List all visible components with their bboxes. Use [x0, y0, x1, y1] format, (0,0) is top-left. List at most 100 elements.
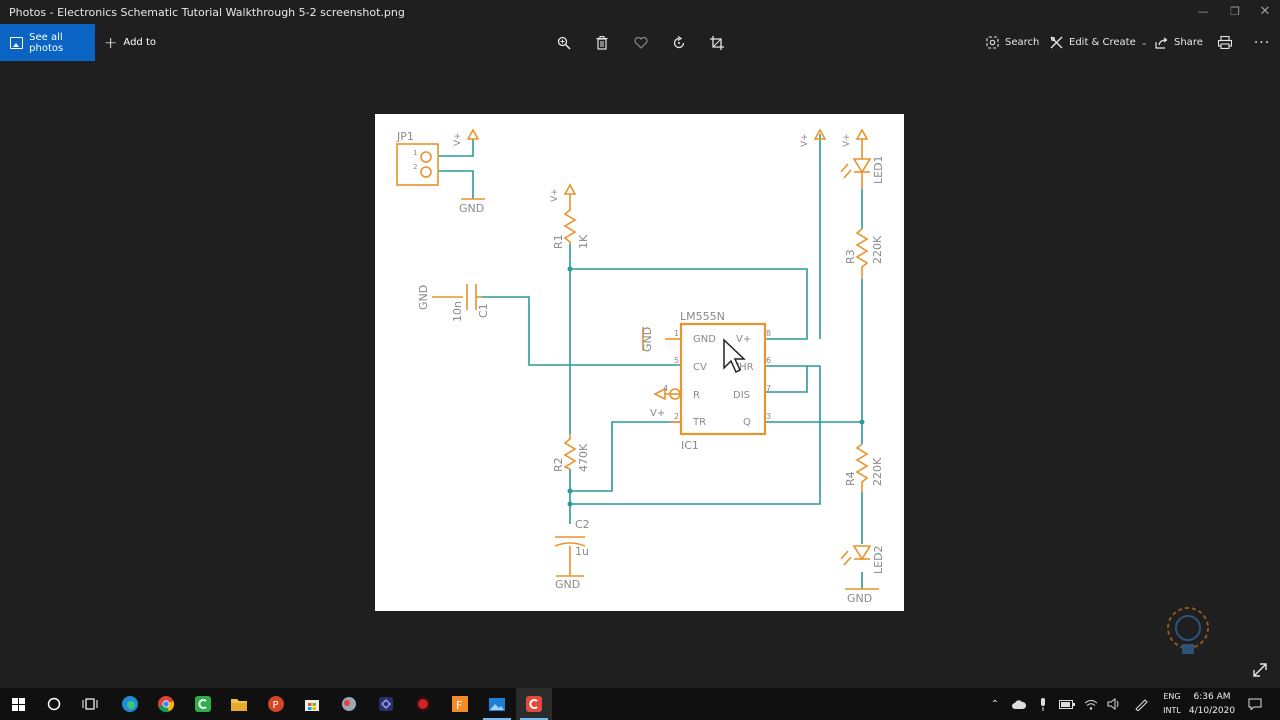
fusion-taskbar[interactable]: F [442, 688, 478, 720]
ellipsis-icon: ··· [1253, 34, 1271, 51]
photos-taskbar[interactable] [479, 688, 515, 720]
gnd-ic-label: GND [641, 327, 654, 352]
share-button[interactable]: Share [1155, 24, 1203, 61]
toolbar: See all photos + Add to Search Edit & Cr… [0, 24, 1280, 61]
crop-button[interactable] [708, 24, 726, 61]
cortana-button[interactable] [36, 688, 72, 720]
language-code: ENG [1163, 692, 1181, 701]
store-taskbar[interactable] [294, 688, 330, 720]
search-icon [986, 36, 999, 49]
davinci-taskbar[interactable] [405, 688, 441, 720]
trash-icon [596, 35, 608, 50]
pin-number: 5 [674, 356, 679, 365]
volume-tray[interactable] [1105, 688, 1123, 720]
davinci-icon [415, 696, 431, 712]
pen-tray[interactable] [1132, 688, 1150, 720]
title-bar: Photos - Electronics Schematic Tutorial … [0, 0, 1280, 24]
pin-number: 1 [674, 329, 679, 338]
vplus-jp1-label: V+ [453, 132, 463, 146]
favorite-button[interactable] [632, 24, 650, 61]
led1-label: LED1 [872, 155, 885, 184]
pin-number: 7 [766, 384, 771, 393]
battery-tray[interactable] [1058, 688, 1076, 720]
print-button[interactable] [1216, 24, 1234, 61]
delete-button[interactable] [593, 24, 611, 61]
vplus-led-label: V+ [842, 133, 852, 147]
language-indicator[interactable]: ENG INTL [1160, 690, 1184, 718]
vplus-r1-label: V+ [550, 188, 560, 202]
printer-icon [1218, 36, 1232, 49]
r4-label: R4 [844, 471, 857, 486]
jp1-label: JP1 [396, 130, 414, 143]
gnd-c2-label: GND [555, 578, 580, 591]
zoom-button[interactable] [555, 24, 573, 61]
c2-value: 1u [575, 545, 589, 558]
photo-icon [10, 36, 24, 49]
vplus-top-label: V+ [800, 133, 810, 147]
plus-icon: + [104, 33, 118, 52]
chrome-icon [158, 696, 175, 713]
show-hidden-icons-button[interactable]: ⌃ [987, 688, 1003, 720]
search-button[interactable]: Search [986, 24, 1039, 61]
r4-value: 220K [871, 457, 884, 486]
close-button[interactable]: ✕ [1248, 0, 1280, 22]
see-all-photos-button[interactable]: See all photos [0, 24, 95, 61]
clock[interactable]: 6:36 AM 4/10/2020 [1186, 690, 1238, 718]
r1-value: 1K [577, 234, 590, 249]
action-center-button[interactable] [1246, 688, 1264, 720]
pin-number: 3 [766, 412, 771, 421]
microphone-tray[interactable] [1035, 688, 1051, 720]
r1-label: R1 [552, 234, 565, 249]
share-label: Share [1174, 37, 1203, 48]
chrome-taskbar[interactable] [148, 688, 184, 720]
restore-button[interactable]: ❐ [1218, 0, 1252, 22]
schematic-drawing: JP1 1 2 GND V+ V+ V+ V+ R1 1K GND 10n C1… [396, 128, 885, 605]
fullscreen-button[interactable] [1252, 662, 1272, 682]
zoom-icon [557, 36, 571, 50]
app-taskbar-2[interactable] [368, 688, 404, 720]
pin-gnd-label: GND [693, 334, 716, 345]
wifi-tray[interactable] [1082, 688, 1100, 720]
rotate-button[interactable] [670, 24, 688, 61]
add-to-button[interactable]: + Add to [104, 24, 156, 61]
pin-number: 4 [663, 384, 668, 393]
camtasia-taskbar[interactable] [185, 688, 221, 720]
r3-value: 220K [871, 235, 884, 264]
file-explorer-taskbar[interactable] [221, 688, 257, 720]
camtasia-recorder-taskbar[interactable] [516, 688, 552, 720]
minimize-button[interactable]: — [1186, 0, 1220, 22]
rotate-icon [673, 35, 685, 48]
microphone-icon [1041, 697, 1045, 711]
powerpoint-taskbar[interactable]: P [258, 688, 294, 720]
pin-number: 8 [766, 329, 771, 338]
c1-label: C1 [477, 303, 490, 318]
pin-dis-label: DIS [733, 390, 750, 401]
edit-create-button[interactable]: Edit & Create ⌄ [1050, 24, 1147, 61]
more-options-button[interactable]: ··· [1253, 24, 1271, 61]
task-view-icon [82, 698, 98, 710]
windows-start-icon [11, 697, 25, 711]
chevron-down-icon: ⌄ [1140, 38, 1148, 47]
c2-label: C2 [575, 518, 590, 531]
svg-text:P: P [273, 700, 279, 711]
store-icon [305, 700, 319, 711]
start-button[interactable] [0, 688, 36, 720]
wifi-icon [1084, 699, 1098, 710]
edge-taskbar[interactable] [112, 688, 148, 720]
components [396, 128, 879, 590]
task-view-button[interactable] [72, 688, 108, 720]
edit-icon [1050, 36, 1063, 49]
camtasia-icon [195, 696, 211, 712]
r3-label: R3 [844, 249, 857, 264]
expand-icon [1253, 663, 1267, 677]
clock-time: 6:36 AM [1193, 692, 1231, 702]
gnd-jp1-label: GND [459, 202, 484, 215]
onedrive-tray[interactable] [1010, 688, 1028, 720]
pin-r-label: R [693, 390, 700, 401]
app-icon [342, 697, 356, 711]
battery-icon [1059, 699, 1075, 709]
svg-text:F: F [456, 699, 462, 712]
app-taskbar[interactable] [331, 688, 367, 720]
pin-q-label: Q [743, 417, 751, 428]
pen-icon [1135, 699, 1148, 711]
